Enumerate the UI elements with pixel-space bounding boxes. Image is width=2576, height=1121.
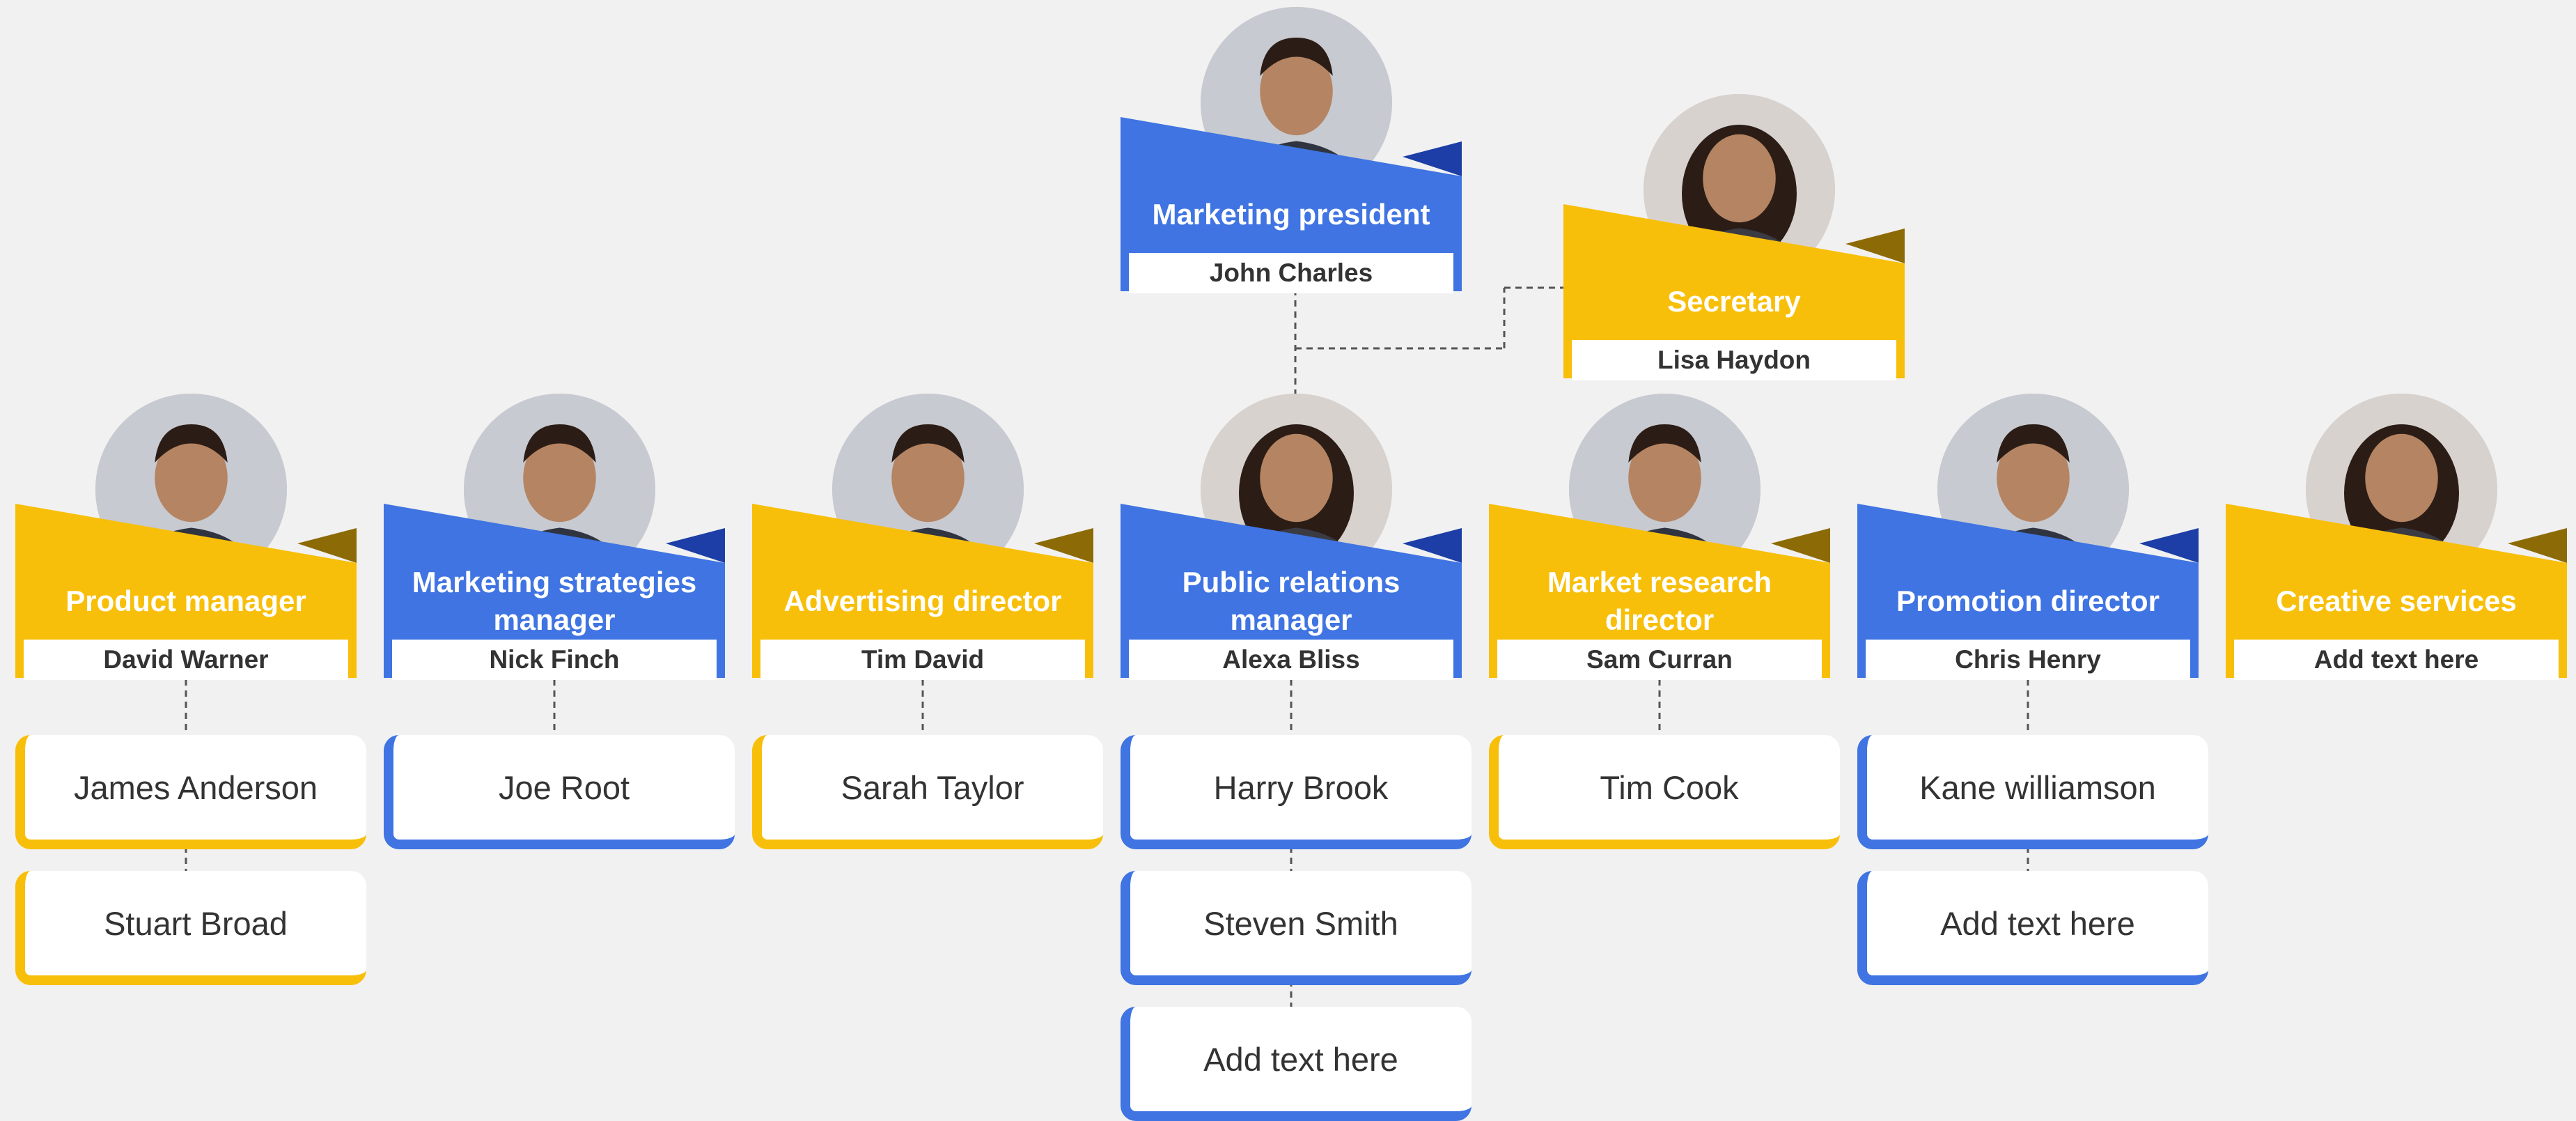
manager-5-name: Sam Curran	[1497, 640, 1822, 680]
report-card: Add text here	[1121, 1007, 1472, 1121]
secretary-name: Lisa Haydon	[1572, 340, 1896, 380]
manager-2-node: Marketing strategies manager Nick Finch	[384, 394, 725, 742]
manager-1-banner: Product manager David Warner	[15, 504, 357, 680]
manager-3-node: Advertising director Tim David	[752, 394, 1093, 742]
report-card: Add text here	[1857, 871, 2208, 985]
president-title: Marketing president	[1152, 198, 1430, 231]
org-chart: Marketing president John Charles Secretar…	[0, 0, 2576, 1121]
president-node: Marketing president John Charles	[1121, 7, 1462, 355]
manager-5-title: Market research director	[1547, 566, 1772, 636]
manager-2-banner: Marketing strategies manager Nick Finch	[384, 504, 725, 680]
manager-6-banner: Promotion director Chris Henry	[1857, 504, 2199, 680]
manager-7-title: Creative services	[2276, 585, 2517, 617]
manager-5-node: Market research director Sam Curran	[1489, 394, 1830, 742]
manager-1-node: Product manager David Warner	[15, 394, 357, 742]
manager-2-title: Marketing strategies manager	[412, 566, 697, 636]
secretary-banner: Secretary Lisa Haydon	[1563, 204, 1905, 380]
manager-7-node: Creative services Add text here	[2226, 394, 2567, 742]
report-card: Steven Smith	[1121, 871, 1472, 985]
report-card: James Anderson	[15, 735, 366, 849]
secretary-title: Secretary	[1667, 285, 1801, 318]
report-card: Stuart Broad	[15, 871, 366, 985]
report-card: Tim Cook	[1489, 735, 1840, 849]
manager-4-title: Public relations manager	[1182, 566, 1400, 636]
manager-3-name: Tim David	[760, 640, 1085, 680]
manager-3-title: Advertising director	[783, 585, 1062, 617]
manager-7-name: Add text here	[2234, 640, 2559, 680]
secretary-node: Secretary Lisa Haydon	[1563, 94, 1905, 442]
manager-6-title: Promotion director	[1896, 585, 2160, 617]
manager-4-node: Public relations manager Alexa Bliss	[1121, 394, 1462, 742]
report-card: Kane williamson	[1857, 735, 2208, 849]
report-card: Harry Brook	[1121, 735, 1472, 849]
manager-5-banner: Market research director Sam Curran	[1489, 504, 1830, 680]
president-banner: Marketing president John Charles	[1121, 117, 1462, 293]
manager-1-title: Product manager	[65, 585, 306, 617]
manager-6-name: Chris Henry	[1866, 640, 2190, 680]
report-card: Sarah Taylor	[752, 735, 1103, 849]
manager-2-name: Nick Finch	[392, 640, 717, 680]
manager-4-name: Alexa Bliss	[1129, 640, 1453, 680]
report-card: Joe Root	[384, 735, 735, 849]
manager-4-banner: Public relations manager Alexa Bliss	[1121, 504, 1462, 680]
president-name: John Charles	[1129, 253, 1453, 293]
manager-7-banner: Creative services Add text here	[2226, 504, 2567, 680]
manager-3-banner: Advertising director Tim David	[752, 504, 1093, 680]
manager-6-node: Promotion director Chris Henry	[1857, 394, 2199, 742]
manager-1-name: David Warner	[24, 640, 348, 680]
